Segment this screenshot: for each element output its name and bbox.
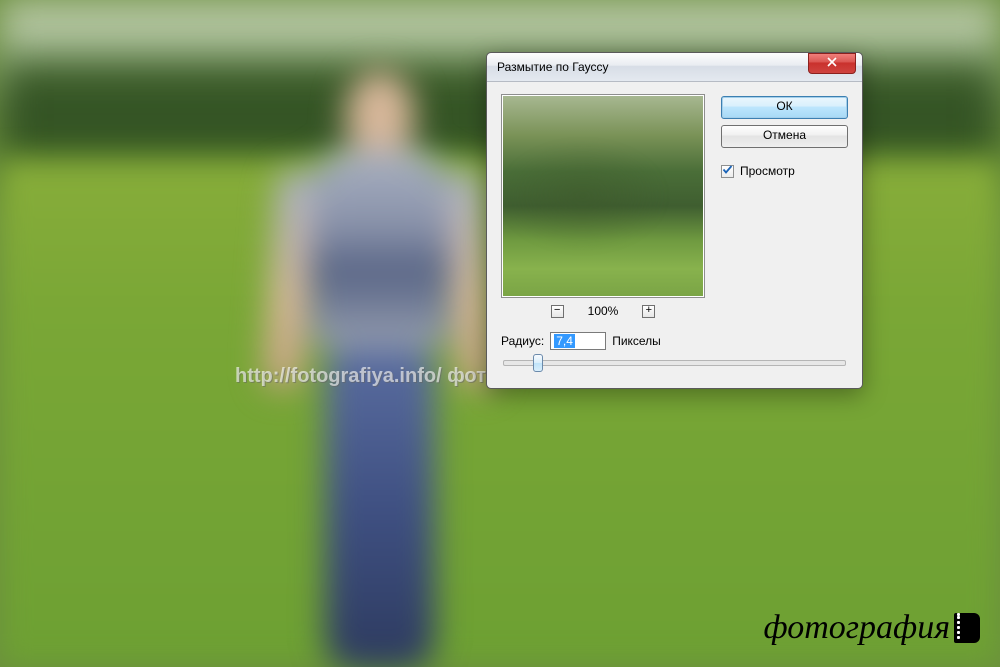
radius-label: Радиус:: [501, 334, 544, 348]
zoom-in-button[interactable]: +: [642, 305, 655, 318]
radius-input[interactable]: 7,4: [550, 332, 606, 350]
check-icon: [722, 164, 733, 178]
ok-button[interactable]: ОК: [721, 96, 848, 119]
close-icon: [827, 56, 837, 70]
dialog-body: − 100% + ОК Отмена Просмотр: [487, 82, 862, 388]
background-subject: [280, 70, 480, 667]
preview-image[interactable]: [501, 94, 705, 298]
radius-value: 7,4: [554, 334, 575, 348]
close-button[interactable]: [808, 53, 856, 74]
slider-thumb[interactable]: [533, 354, 543, 372]
radius-slider[interactable]: [503, 360, 846, 366]
dialog-titlebar[interactable]: Размытие по Гауссу: [487, 53, 862, 82]
workspace: http://fotografiya.info/ фотография.инфо…: [0, 0, 1000, 667]
zoom-out-button[interactable]: −: [551, 305, 564, 318]
preview-checkbox-label: Просмотр: [740, 164, 795, 178]
cancel-button[interactable]: Отмена: [721, 125, 848, 148]
dialog-title: Размытие по Гауссу: [497, 60, 808, 74]
preview-checkbox[interactable]: [721, 165, 734, 178]
gaussian-blur-dialog: Размытие по Гауссу − 100% + ОК: [486, 52, 863, 389]
zoom-level: 100%: [588, 304, 619, 318]
radius-unit: Пикселы: [612, 334, 661, 348]
